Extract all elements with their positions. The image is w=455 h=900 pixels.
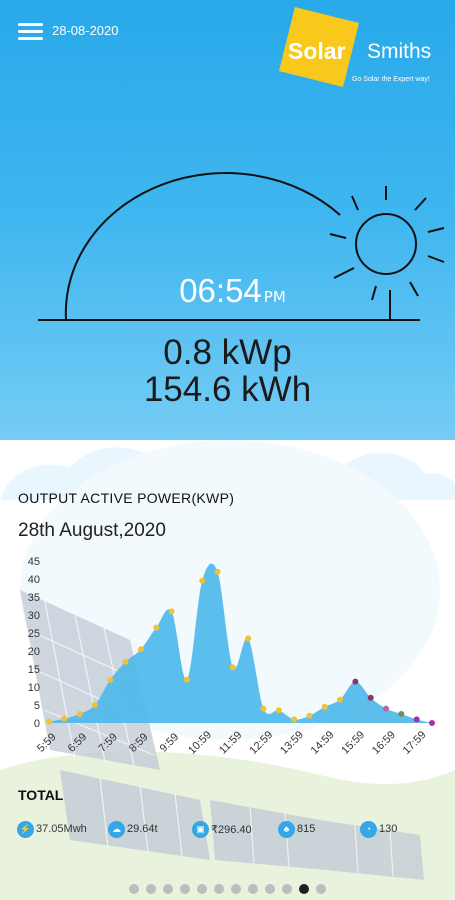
data-point — [61, 715, 68, 722]
total-gauge-stat: ◔ 130 — [360, 820, 397, 838]
x-tick-label: 17:59 — [401, 729, 429, 757]
data-point — [46, 718, 52, 725]
page-indicator — [0, 884, 455, 894]
page-dot[interactable] — [163, 884, 173, 894]
x-tick-label: 5:59 — [35, 731, 59, 755]
y-tick-label: 35 — [28, 592, 40, 604]
data-point — [168, 608, 175, 615]
y-tick-label: 25 — [28, 628, 40, 640]
page-dot[interactable] — [214, 884, 224, 894]
y-tick-label: 45 — [28, 556, 40, 568]
data-point — [352, 678, 359, 685]
data-point — [321, 703, 328, 710]
total-co2-value: 29.64t — [127, 823, 158, 835]
data-point — [107, 676, 114, 683]
data-point — [183, 676, 190, 683]
data-point — [260, 705, 267, 712]
total-energy-value: 37.05Mwh — [36, 823, 87, 835]
chart-area — [49, 563, 432, 723]
cloud-icon: ☁ — [108, 820, 125, 838]
data-point — [429, 720, 435, 726]
data-point — [229, 664, 236, 671]
data-point — [91, 702, 98, 708]
data-point — [153, 624, 160, 631]
total-gauge-value: 130 — [379, 823, 398, 835]
output-power-chart[interactable]: 0 5 10 15 20 25 30 35 40 45 5:59 6:59 7:59 8:59 9:59 10… — [0, 0, 455, 790]
total-trees-stat: ♣ 815 — [278, 820, 315, 838]
x-tick-label: 7:59 — [96, 731, 120, 755]
x-tick-label: 6:59 — [66, 731, 90, 755]
gauge-icon: ◔ — [360, 820, 377, 838]
y-tick-label: 5 — [34, 700, 40, 712]
y-tick-label: 20 — [28, 646, 40, 658]
data-point — [214, 568, 221, 575]
y-tick-label: 0 — [34, 718, 40, 730]
wallet-icon: ▣ — [192, 820, 209, 838]
x-tick-label: 16:59 — [370, 729, 398, 757]
data-point — [383, 705, 390, 712]
total-trees-value: 815 — [297, 823, 316, 835]
x-tick-label: 15:59 — [339, 729, 367, 757]
data-point — [122, 658, 129, 665]
page-dot[interactable] — [316, 884, 326, 894]
data-point — [413, 716, 420, 723]
page-dot[interactable] — [129, 884, 139, 894]
tree-icon: ♣ — [278, 820, 295, 838]
x-tick-label: 9:59 — [158, 731, 182, 755]
x-tick-label: 13:59 — [278, 729, 306, 757]
page-dot[interactable] — [231, 884, 241, 894]
total-savings-stat: ▣ ₹296.40 — [192, 820, 252, 838]
data-point — [367, 694, 374, 701]
y-tick-label: 40 — [28, 574, 40, 586]
page-dot[interactable] — [248, 884, 258, 894]
page-dot[interactable] — [146, 884, 156, 894]
x-tick-label: 8:59 — [127, 731, 151, 755]
data-point — [398, 711, 405, 717]
page-dot[interactable] — [299, 884, 309, 894]
page-dot[interactable] — [282, 884, 292, 894]
total-energy-stat: ⚡ 37.05Mwh — [17, 820, 87, 838]
total-co2-stat: ☁ 29.64t — [108, 820, 158, 838]
data-point — [245, 635, 252, 642]
total-savings-value: ₹296.40 — [211, 823, 252, 836]
data-point — [306, 712, 313, 719]
totals-label: TOTAL — [18, 787, 64, 803]
page-dot[interactable] — [265, 884, 275, 894]
x-tick-label: 11:59 — [217, 729, 244, 756]
data-point — [337, 696, 344, 703]
data-point — [137, 646, 144, 653]
y-tick-label: 30 — [28, 610, 40, 622]
x-tick-label: 14:59 — [309, 729, 337, 757]
x-tick-label: 12:59 — [247, 729, 275, 757]
x-tick-label: 10:59 — [186, 729, 214, 757]
data-point — [291, 716, 298, 723]
data-point — [275, 707, 282, 714]
data-point — [199, 577, 206, 584]
energy-icon: ⚡ — [17, 820, 34, 838]
y-tick-label: 15 — [28, 664, 40, 676]
data-point — [76, 711, 83, 717]
y-tick-label: 10 — [28, 682, 40, 694]
page-dot[interactable] — [197, 884, 207, 894]
page-dot[interactable] — [180, 884, 190, 894]
